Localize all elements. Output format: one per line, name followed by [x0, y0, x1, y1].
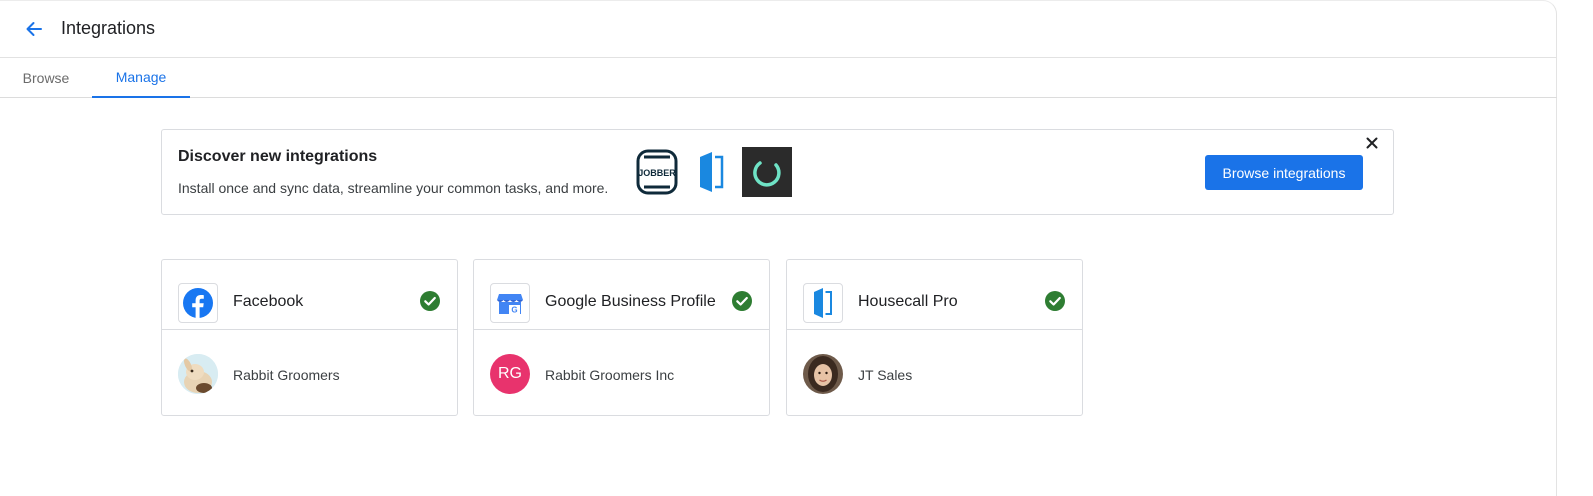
avatar-person: [803, 354, 843, 394]
app-window: Integrations Browse Manage Discover new …: [0, 0, 1557, 496]
connected-check-icon: [420, 291, 440, 311]
integration-name: Housecall Pro: [858, 293, 958, 310]
svg-text:G: G: [511, 306, 517, 315]
page-title: Integrations: [61, 18, 156, 38]
ring-icon: [753, 161, 781, 187]
card-icon-box: G: [490, 283, 530, 323]
banner-logos: JOBBER: [634, 147, 792, 197]
card-header: Housecall Pro: [787, 260, 1082, 330]
back-button[interactable]: [20, 15, 48, 43]
page-header: Integrations: [0, 1, 1557, 58]
connected-check-icon: [1045, 291, 1065, 311]
avatar-rabbit: [178, 354, 218, 394]
connected-account: Rabbit Groomers: [162, 331, 457, 417]
avatar-initials: RG: [490, 354, 530, 394]
facebook-icon: [183, 288, 213, 318]
ring-logo: [742, 147, 792, 197]
google-business-icon: G: [497, 294, 523, 315]
integration-card-google-business-profile[interactable]: G Google Business Profile RG Rabbit Groo…: [473, 259, 770, 416]
integration-name: Facebook: [233, 293, 304, 310]
banner-subtitle: Install once and sync data, streamline y…: [178, 180, 609, 196]
jobber-logo: JOBBER: [636, 149, 678, 195]
connected-check-icon: [732, 291, 752, 311]
jobber-logo-text: JOBBER: [638, 168, 676, 178]
integration-card-housecall-pro[interactable]: Housecall Pro JT Sales: [786, 259, 1083, 416]
card-icon-box: [178, 283, 218, 323]
tab-bar: Browse Manage: [0, 58, 1557, 98]
integration-name: Google Business Profile: [545, 293, 716, 310]
close-banner-button[interactable]: [1363, 134, 1381, 152]
connected-account: RG Rabbit Groomers Inc: [474, 331, 769, 417]
connected-account: JT Sales: [787, 331, 1082, 417]
account-name: Rabbit Groomers Inc: [545, 367, 675, 383]
arrow-left-icon: [26, 22, 42, 36]
discover-banner: Discover new integrations Install once a…: [161, 129, 1394, 215]
rabbit-photo: [178, 354, 218, 394]
browse-integrations-button[interactable]: Browse integrations: [1205, 155, 1363, 190]
tab-manage[interactable]: Manage: [92, 58, 190, 98]
housecall-pro-logo: [700, 152, 724, 192]
card-header: Facebook: [162, 260, 457, 330]
account-name: JT Sales: [858, 367, 913, 383]
person-photo: [803, 354, 843, 394]
housecall-pro-icon: [814, 288, 832, 318]
account-name: Rabbit Groomers: [233, 367, 340, 383]
banner-title: Discover new integrations: [178, 148, 378, 165]
close-icon: [1366, 137, 1378, 149]
card-header: G Google Business Profile: [474, 260, 769, 330]
card-icon-box: [803, 283, 843, 323]
tab-browse[interactable]: Browse: [0, 58, 92, 98]
integration-card-facebook[interactable]: Facebook Rabbit Groomers: [161, 259, 458, 416]
